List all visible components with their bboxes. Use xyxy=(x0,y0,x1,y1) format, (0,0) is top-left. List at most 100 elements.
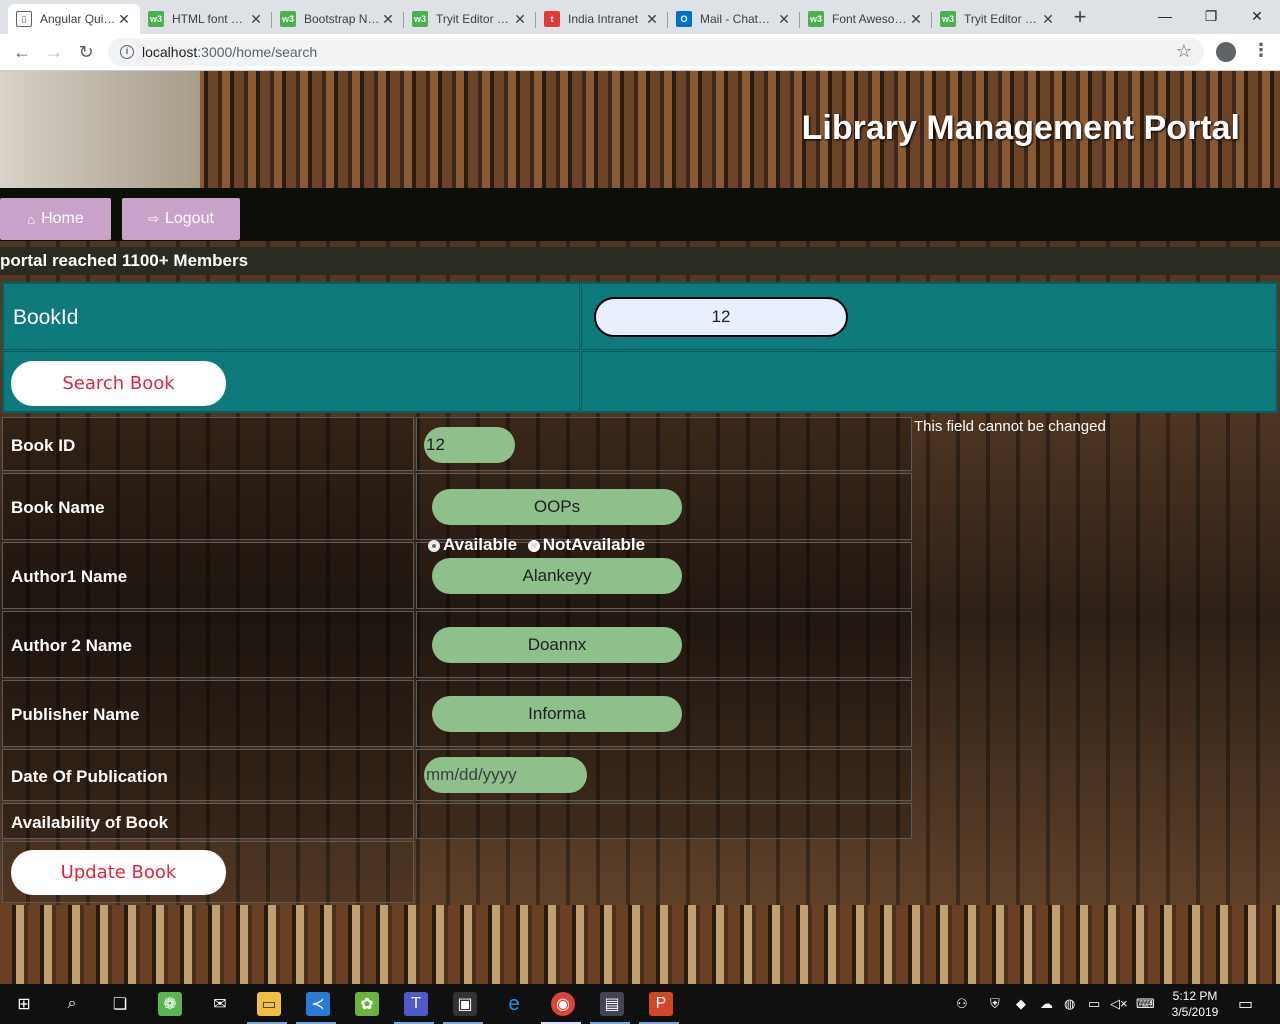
home-button[interactable]: ⌂ Home xyxy=(0,198,111,240)
author2-field[interactable]: Doannx xyxy=(432,627,682,663)
tab-title: Font Awesome Icons xyxy=(832,12,908,26)
tab-title: HTML font color xyxy=(172,12,248,26)
file-explorer-icon[interactable]: ▭ xyxy=(257,992,281,1016)
search-book-button[interactable]: Search Book xyxy=(11,361,226,406)
spring-tool-icon[interactable]: ❁ xyxy=(158,992,182,1016)
browser-tab-7[interactable]: w3 Font Awesome Icons ✕ xyxy=(800,4,932,34)
url-host: localhost xyxy=(142,44,198,60)
profile-avatar-icon[interactable] xyxy=(1216,42,1236,62)
browser-tab-6[interactable]: O Mail - Chaturvedi ✕ xyxy=(668,4,800,34)
edge-icon[interactable]: e xyxy=(502,992,526,1016)
address-bar[interactable]: i localhost:3000/home/search ☆ xyxy=(108,38,1204,66)
bookid-label-cell: BookId xyxy=(3,283,580,350)
back-icon[interactable]: ← xyxy=(8,38,36,66)
w3schools-icon: w3 xyxy=(148,11,164,27)
background-bookshelf xyxy=(0,905,1280,984)
notifications-icon[interactable]: ▭ xyxy=(1238,994,1253,1014)
windows-taskbar: ⊞ ⌕ ❏ ❁ ✉ ▭ ≺ ✿ T ▣ e ◉ ▤ P ⚇ ⛨ ◆ ☁ ◍ ▭ … xyxy=(0,984,1280,1024)
defender-icon[interactable]: ⛨ xyxy=(990,996,1000,1012)
close-window-icon[interactable]: ✕ xyxy=(1234,0,1280,32)
w3schools-icon: w3 xyxy=(412,11,428,27)
bookmark-star-icon[interactable]: ☆ xyxy=(1176,41,1192,62)
new-tab-icon[interactable]: + xyxy=(1066,4,1094,30)
available-option-label: Available xyxy=(443,535,518,554)
empty-cell xyxy=(581,351,1277,412)
book-id-field[interactable]: 12 xyxy=(424,427,515,463)
maximize-icon[interactable]: ❐ xyxy=(1188,0,1234,32)
availability-radio-group: Available NotAvailable xyxy=(428,535,645,555)
update-book-button[interactable]: Update Book xyxy=(11,850,226,895)
system-clock[interactable]: 5:12 PM 3/5/2019 xyxy=(1162,988,1228,1020)
reload-icon[interactable]: ↻ xyxy=(72,38,100,66)
availability-label: Availability of Book xyxy=(11,813,169,832)
vscode-icon[interactable]: ≺ xyxy=(306,992,330,1016)
chrome-icon[interactable]: ◉ xyxy=(551,992,575,1016)
not-available-radio[interactable] xyxy=(527,539,540,552)
book-name-field[interactable]: OOPs xyxy=(432,489,682,525)
date-label: Date Of Publication xyxy=(11,767,168,786)
browser-tab-bar: ▯ Angular Quiz App ✕ w3 HTML font color … xyxy=(0,0,1280,34)
publisher-label: Publisher Name xyxy=(11,705,140,724)
bookid-label: BookId xyxy=(13,306,79,329)
bookid-input[interactable]: 12 xyxy=(594,297,848,337)
globe-icon[interactable]: ◍ xyxy=(1064,996,1075,1012)
windows-start-icon[interactable]: ⊞ xyxy=(12,992,36,1016)
tab-title: India Intranet xyxy=(568,12,639,26)
volume-muted-icon[interactable]: ◁× xyxy=(1110,996,1128,1012)
book-id-label: Book ID xyxy=(11,436,76,455)
keyboard-icon[interactable]: ⌨ xyxy=(1136,996,1155,1012)
browser-menu-icon[interactable]: ⋮ xyxy=(1252,40,1270,61)
outlook-icon: O xyxy=(676,11,692,27)
close-tab-icon[interactable]: ✕ xyxy=(1040,11,1056,28)
logout-label: Logout xyxy=(164,210,214,227)
w3schools-icon: w3 xyxy=(940,11,956,27)
close-tab-icon[interactable]: ✕ xyxy=(116,11,132,28)
author2-label: Author 2 Name xyxy=(11,636,132,655)
terminal-icon[interactable]: ▣ xyxy=(453,992,477,1016)
author1-field[interactable]: Alankeyy xyxy=(432,558,682,594)
close-tab-icon[interactable]: ✕ xyxy=(776,11,792,28)
browser-tab-2[interactable]: w3 HTML font color ✕ xyxy=(140,4,272,34)
search-icon[interactable]: ⌕ xyxy=(60,992,84,1016)
w3schools-icon: w3 xyxy=(808,11,824,27)
people-icon[interactable]: ⚇ xyxy=(956,996,968,1012)
available-radio[interactable] xyxy=(428,539,440,552)
author1-label: Author1 Name xyxy=(11,567,128,586)
powerpoint-icon[interactable]: P xyxy=(649,992,673,1016)
info-icon[interactable]: i xyxy=(120,45,134,59)
tab-title: Tryit Editor v3.6 xyxy=(964,12,1040,26)
mail-icon[interactable]: ✉ xyxy=(208,992,232,1016)
publisher-field[interactable]: Informa xyxy=(432,696,682,732)
tab-title: Bootstrap Navbar xyxy=(304,12,380,26)
close-tab-icon[interactable]: ✕ xyxy=(512,11,528,28)
tab-title: Angular Quiz App xyxy=(40,12,116,26)
t-icon: t xyxy=(544,11,560,27)
sql-tool-icon[interactable]: ▤ xyxy=(600,992,624,1016)
browser-tab-8[interactable]: w3 Tryit Editor v3.6 ✕ xyxy=(932,4,1064,34)
tab-title: Tryit Editor v3.6 xyxy=(436,12,512,26)
browser-tab-3[interactable]: w3 Bootstrap Navbar ✕ xyxy=(272,4,404,34)
browser-tab-5[interactable]: t India Intranet ✕ xyxy=(536,4,668,34)
logout-button[interactable]: ⇨ Logout xyxy=(122,198,240,240)
banner-image-left xyxy=(0,71,200,188)
page-content: Library Management Portal ⌂ Home ⇨ Logou… xyxy=(0,71,1280,984)
forward-icon[interactable]: → xyxy=(40,38,68,66)
close-tab-icon[interactable]: ✕ xyxy=(380,11,396,28)
close-tab-icon[interactable]: ✕ xyxy=(908,11,924,28)
minimize-icon[interactable]: — xyxy=(1142,0,1188,32)
onedrive-icon[interactable]: ☁ xyxy=(1040,996,1053,1012)
close-tab-icon[interactable]: ✕ xyxy=(248,11,264,28)
date-of-publication-field[interactable]: mm/dd/yyyy xyxy=(424,757,587,793)
teams-icon[interactable]: T xyxy=(404,992,428,1016)
browser-tab-4[interactable]: w3 Tryit Editor v3.6 ✕ xyxy=(404,4,536,34)
task-view-icon[interactable]: ❏ xyxy=(108,992,132,1016)
close-tab-icon[interactable]: ✕ xyxy=(644,11,660,28)
spring-icon[interactable]: ✿ xyxy=(355,992,379,1016)
shield-icon[interactable]: ◆ xyxy=(1016,996,1026,1012)
not-available-option-label: NotAvailable xyxy=(542,535,646,554)
browser-tab-1[interactable]: ▯ Angular Quiz App ✕ xyxy=(8,4,140,34)
book-name-label: Book Name xyxy=(11,498,105,517)
header-banner: Library Management Portal xyxy=(0,71,1280,188)
w3schools-icon: w3 xyxy=(280,11,296,27)
network-icon[interactable]: ▭ xyxy=(1088,996,1100,1012)
